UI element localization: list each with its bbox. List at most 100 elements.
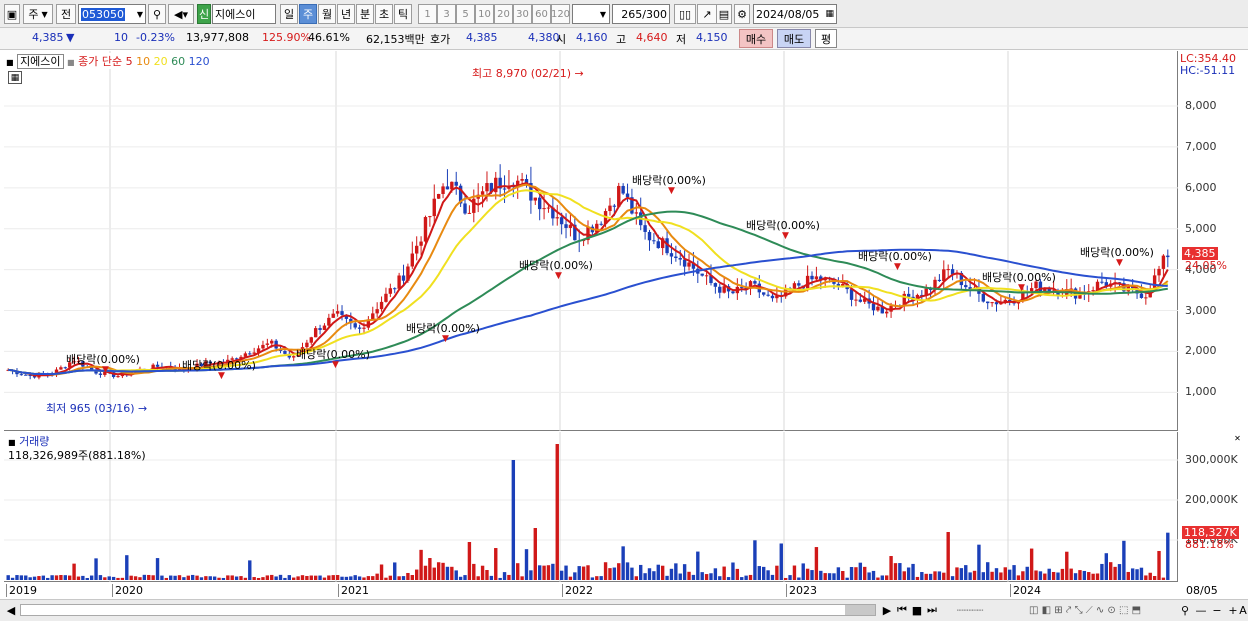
interval-60[interactable]: 60 (532, 4, 551, 24)
volume-bar (498, 577, 502, 580)
volume-bar (625, 562, 630, 580)
tab-2[interactable]: 월 (318, 4, 336, 24)
scroll-left-icon[interactable]: ◀ (4, 602, 18, 618)
volume-bar (990, 571, 994, 580)
volume-bar (744, 575, 748, 580)
minus-icon[interactable]: — (1194, 602, 1208, 618)
volume-bar (274, 576, 278, 580)
bottom-toolbar: ◀ ▶ ⏮ ■ ⏭ ┈┈┈┈ ◫ ◧ ⊞ ⤤ ⤡ ⟋ ∿ ⊙ ⬚ ⬒ ⚲ — −… (0, 600, 1248, 621)
volume-bar (564, 565, 568, 580)
zoom-slider[interactable]: ┈┈┈┈ (950, 602, 990, 618)
volume-bar (1157, 550, 1161, 580)
price-tick: 6,000 (1185, 180, 1217, 194)
volume-bar (687, 571, 691, 580)
period-select[interactable]: 주 ▼ (23, 4, 53, 24)
scroll-thumb[interactable] (845, 605, 875, 615)
interval-input[interactable]: ▼ (572, 4, 610, 24)
volume-bar (340, 576, 344, 580)
stock-name-field[interactable]: 지에스이 (212, 4, 276, 24)
volume-bar (252, 577, 256, 580)
tab-6[interactable]: 틱 (394, 4, 412, 24)
rewind-icon[interactable]: ⏮ (895, 602, 909, 618)
candle (533, 197, 537, 205)
prev-button[interactable]: 전 (56, 4, 76, 24)
down-arrow-icon: ▼ (102, 365, 109, 375)
volume-bar (142, 574, 147, 580)
volume-bar (199, 577, 204, 580)
chevron-down-icon: ▼ (599, 9, 606, 19)
volume-bar (397, 576, 401, 580)
layout-icon[interactable]: ▣ (4, 4, 20, 24)
forward-icon[interactable]: ⏭ (925, 602, 939, 618)
volume-bar (946, 532, 950, 580)
candle (313, 326, 318, 338)
volume-bar (718, 576, 722, 580)
volume-bar (933, 571, 937, 580)
tool-icon[interactable]: ↗ (697, 4, 717, 24)
volume-bar (472, 563, 476, 580)
volume-bar (41, 575, 46, 580)
volume-bar (1056, 572, 1060, 580)
volume-bar (436, 562, 441, 580)
eval-button[interactable]: 평 (815, 29, 837, 48)
down-arrow-icon: ▼ (668, 186, 675, 196)
drawing-tools[interactable]: ◫ ◧ ⊞ ⤤ ⤡ ⟋ ∿ ⊙ ⬚ ⬒ (995, 602, 1175, 618)
stop-icon[interactable]: ■ (910, 602, 924, 618)
buy-button[interactable]: 매수 (739, 29, 773, 48)
volume-bar (713, 568, 718, 580)
date-field[interactable]: 2024/08/05 ▦ (753, 4, 837, 24)
volume-bar (349, 576, 353, 580)
tab-4[interactable]: 분 (356, 4, 374, 24)
gear-icon[interactable]: ⚙ (734, 4, 750, 24)
volume-bar (1069, 568, 1073, 580)
sell-button[interactable]: 매도 (777, 29, 811, 48)
volume-bar (770, 574, 775, 580)
candle (384, 287, 388, 303)
interval-20[interactable]: 20 (494, 4, 513, 24)
grid-icon[interactable]: ▦ (8, 71, 22, 84)
interval-1[interactable]: 1 (418, 4, 437, 24)
save-icon[interactable]: ▤ (716, 4, 732, 24)
interval-30[interactable]: 30 (513, 4, 532, 24)
volume-bar (401, 576, 406, 580)
interval-5[interactable]: 5 (456, 4, 475, 24)
interval-3[interactable]: 3 (437, 4, 456, 24)
scrollbar[interactable] (20, 604, 876, 616)
speaker-icon[interactable]: ◀▾ (168, 4, 194, 24)
volume-bar (384, 577, 388, 580)
volume-bar (691, 574, 696, 580)
chevron-down-icon: ▼ (136, 9, 143, 19)
zoom-icon[interactable]: ⚲ (1178, 602, 1192, 618)
candle (713, 282, 718, 294)
font-icon[interactable]: A (1238, 602, 1248, 618)
price-chart[interactable]: 최고 8,970 (02/21) → 최저 965 (03/16) → 배당락(0.… (4, 51, 1178, 431)
volume-bar (292, 577, 296, 580)
tab-5[interactable]: 초 (375, 4, 393, 24)
tab-0[interactable]: 일 (280, 4, 298, 24)
code-input[interactable]: 053050 ▼ (78, 4, 146, 24)
play-icon[interactable]: ▶ (880, 602, 894, 618)
interval-10[interactable]: 10 (475, 4, 494, 24)
volume-bar (577, 566, 581, 580)
candle (937, 274, 942, 282)
volume-chart[interactable] (4, 432, 1178, 582)
volume-bar (1100, 563, 1104, 580)
search-icon[interactable]: ⚲ (148, 4, 166, 24)
turnover: 46.61% (308, 31, 350, 44)
volume-bar (212, 576, 217, 580)
volume-bar (1051, 571, 1056, 580)
candle (366, 316, 371, 331)
close-icon[interactable]: ✕ (1233, 434, 1242, 443)
candle (177, 363, 182, 371)
tab-1[interactable]: 주 (299, 4, 317, 24)
count-field[interactable]: 265/300 (612, 4, 670, 24)
volume-bar (911, 563, 915, 580)
tab-3[interactable]: 년 (337, 4, 355, 24)
volume-bar (581, 566, 586, 580)
interval-120[interactable]: 120 (551, 4, 570, 24)
volume-bar (480, 565, 485, 580)
volume-bar (1047, 568, 1051, 580)
volume-bar (1166, 532, 1170, 580)
minus-icon[interactable]: − (1210, 602, 1224, 618)
chart-type-icon[interactable]: ▯▯ (674, 4, 696, 24)
